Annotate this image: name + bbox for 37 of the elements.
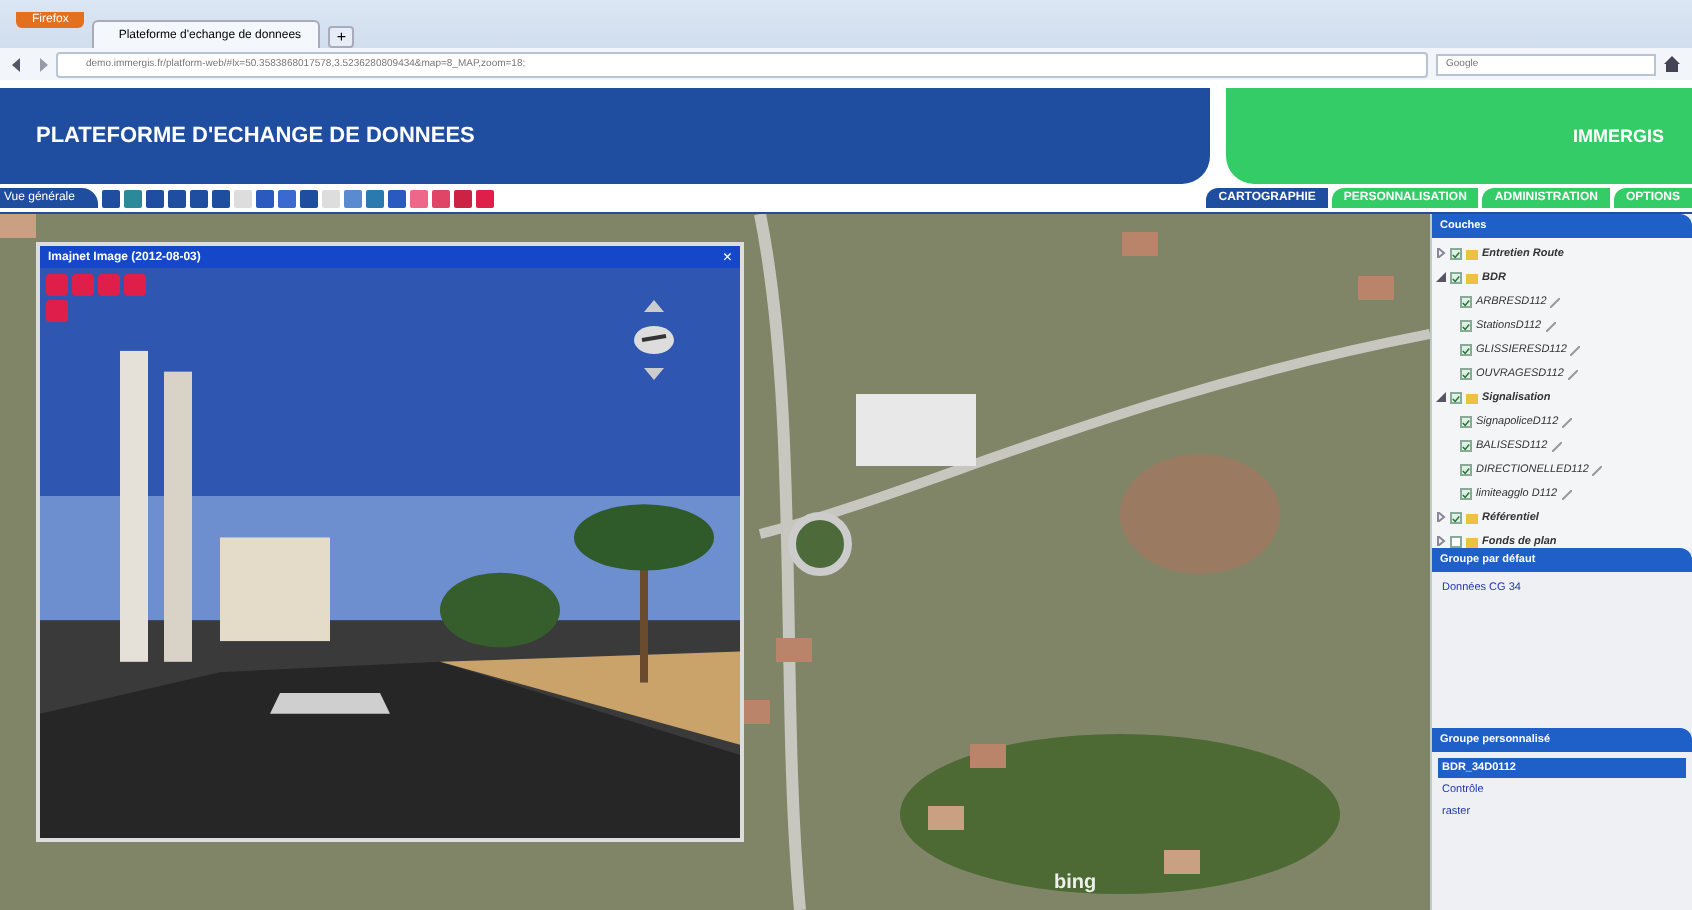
edit-icon[interactable] — [1550, 297, 1561, 307]
folder-icon — [1466, 393, 1478, 403]
folder-icon — [1466, 273, 1478, 283]
page-title: PLATEFORME D'ECHANGE DE DONNEES — [36, 124, 475, 148]
folder-icon — [1466, 249, 1478, 259]
edit-icon[interactable] — [1545, 321, 1556, 331]
checkbox[interactable] — [1450, 392, 1462, 404]
checkbox[interactable] — [1450, 512, 1462, 524]
new-tab-button[interactable]: + — [328, 26, 355, 48]
checkbox[interactable] — [1460, 416, 1472, 428]
edit-icon[interactable] — [1567, 369, 1578, 379]
home-icon[interactable] — [1664, 56, 1680, 72]
checkbox[interactable] — [1460, 488, 1472, 500]
expander-icon[interactable] — [1436, 391, 1446, 405]
edit-icon[interactable] — [1561, 489, 1572, 499]
checkbox[interactable] — [1460, 320, 1472, 332]
expander-icon[interactable] — [1436, 511, 1446, 525]
checkbox[interactable] — [1450, 536, 1462, 548]
edit-icon[interactable] — [1562, 417, 1573, 427]
folder-icon — [1466, 513, 1478, 523]
folder-icon — [1466, 537, 1478, 547]
expander-icon[interactable] — [1436, 271, 1446, 285]
edit-icon[interactable] — [1551, 441, 1562, 451]
edit-icon[interactable] — [1592, 465, 1603, 475]
checkbox[interactable] — [1460, 464, 1472, 476]
brand-name: IMMERGIS — [1572, 126, 1664, 146]
expander-icon[interactable] — [1436, 247, 1446, 261]
checkbox[interactable] — [1450, 248, 1462, 260]
checkbox[interactable] — [1450, 272, 1462, 284]
forward-icon[interactable] — [34, 57, 48, 71]
checkbox[interactable] — [1460, 440, 1472, 452]
checkbox[interactable] — [1460, 344, 1472, 356]
back-icon[interactable] — [12, 57, 26, 71]
checkbox[interactable] — [1460, 296, 1472, 308]
edit-icon[interactable] — [1570, 345, 1581, 355]
checkbox[interactable] — [1460, 368, 1472, 380]
expander-icon[interactable] — [1436, 535, 1446, 548]
